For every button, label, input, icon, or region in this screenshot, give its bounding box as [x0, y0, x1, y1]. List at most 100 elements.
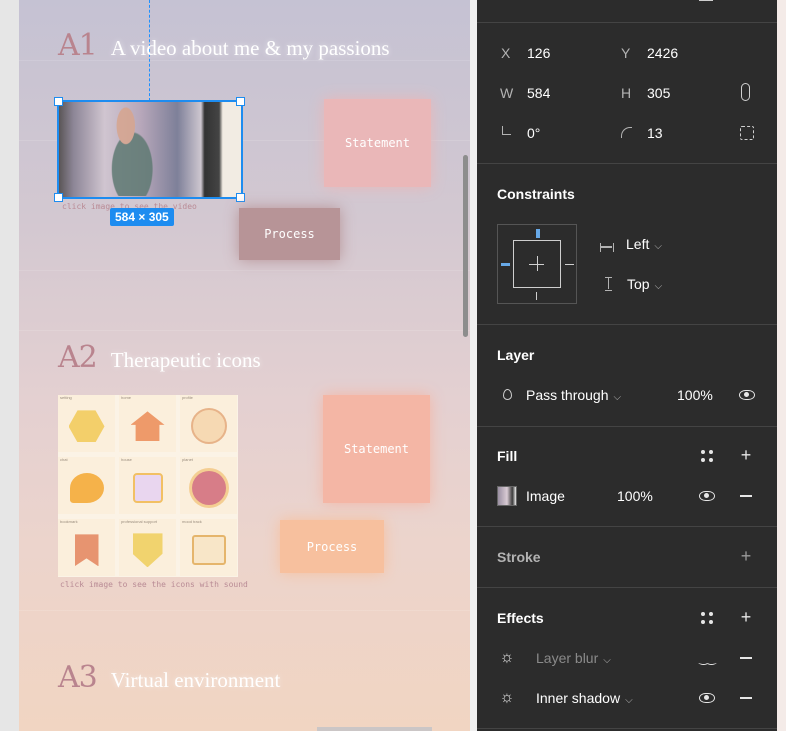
layer-title: Layer [497, 347, 535, 363]
fill-type-label[interactable]: Image [526, 488, 565, 504]
effect-settings-sun-icon[interactable]: ☼ [497, 648, 517, 668]
effect-styles-button[interactable] [697, 608, 717, 628]
icon-tile: mood track [180, 519, 237, 576]
y-label: Y [621, 45, 631, 61]
effect-type-dropdown[interactable]: Layer blur ⌵ [536, 650, 611, 666]
fill-image-swatch[interactable] [497, 486, 517, 506]
eye-icon [699, 693, 715, 703]
process-label: Process [264, 227, 315, 241]
rotation-icon [502, 126, 511, 135]
divider [477, 426, 777, 427]
resize-handle-bottom-left[interactable] [54, 193, 63, 202]
corner-radius-field[interactable]: 13 [647, 125, 663, 141]
canvas-panel-divider [470, 0, 477, 731]
vertical-constraint-icon [605, 277, 612, 291]
canvas-stripe [19, 610, 470, 611]
stroke-title: Stroke [497, 549, 541, 565]
statement-card[interactable]: Statement [323, 395, 430, 503]
chevron-down-icon: ⌵ [603, 655, 611, 666]
section-a2-heading[interactable]: A2 Therapeutic icons [58, 340, 261, 375]
effect-name: Layer blur [536, 650, 599, 666]
constraint-center-v[interactable] [537, 256, 538, 271]
constraint-left-marker[interactable] [501, 263, 510, 266]
effect-type-dropdown[interactable]: Inner shadow ⌵ [536, 690, 633, 706]
design-canvas[interactable]: A1 A video about me & my passions click … [19, 0, 470, 731]
corner-radius-icon [621, 127, 632, 138]
divider [477, 324, 777, 325]
remove-effect-button[interactable] [736, 648, 756, 668]
chevron-down-icon: ⌵ [654, 281, 663, 292]
constraints-widget[interactable] [497, 224, 577, 304]
fill-visibility-toggle[interactable] [697, 486, 717, 506]
blend-mode-dropdown[interactable]: Pass through ⌵ [526, 387, 621, 403]
fill-styles-button[interactable] [697, 446, 717, 466]
statement-label: Statement [344, 136, 411, 150]
horizontal-constraint-dropdown[interactable]: Left ⌵ [626, 236, 662, 252]
y-field[interactable]: 2426 [647, 45, 678, 61]
fill-opacity-field[interactable]: 100% [617, 488, 653, 504]
effect-settings-sun-icon[interactable]: ☼ [497, 688, 517, 708]
chevron-down-icon: ⌵ [654, 241, 662, 252]
width-field[interactable]: 584 [527, 85, 550, 101]
portrait-figure [97, 106, 161, 196]
process-card[interactable]: Process [239, 208, 340, 260]
icons-caption: click image to see the icons with sound [60, 580, 248, 589]
styles-grid-icon [701, 612, 713, 624]
remove-fill-button[interactable] [736, 486, 756, 506]
therapeutic-icons-image[interactable]: setting home profile chat house planet b… [58, 395, 238, 577]
section-a3-heading[interactable]: A3 Virtual environment [58, 660, 280, 695]
section-title: Therapeutic icons [110, 348, 261, 372]
horizontal-constraint-icon [600, 243, 614, 252]
collapse-icon[interactable] [699, 0, 713, 1]
process-card[interactable]: Process [280, 520, 384, 573]
eye-icon [739, 390, 755, 400]
vertical-constraint-dropdown[interactable]: Top ⌵ [627, 276, 662, 292]
tile-label: planet [182, 457, 193, 462]
canvas-vertical-scrollbar[interactable] [463, 155, 468, 337]
fill-title: Fill [497, 448, 518, 464]
resize-handle-top-right[interactable] [236, 97, 245, 106]
constraint-top-marker[interactable] [536, 229, 540, 238]
section-a1-heading[interactable]: A1 A video about me & my passions [58, 28, 390, 63]
height-field[interactable]: 305 [647, 85, 670, 101]
resize-handle-top-left[interactable] [54, 97, 63, 106]
video-thumbnail-image[interactable] [57, 100, 243, 199]
rotation-field[interactable]: 0° [527, 125, 540, 141]
icon-tile: house [119, 457, 176, 514]
constraint-bottom-marker[interactable] [536, 292, 537, 300]
w-label: W [500, 85, 514, 101]
h-label: H [621, 85, 632, 101]
constraint-right-marker[interactable] [565, 264, 574, 265]
section-number: A2 [58, 340, 98, 375]
divider [477, 526, 777, 527]
effect-name: Inner shadow [536, 690, 621, 706]
effect-visibility-toggle[interactable] [697, 688, 717, 708]
independent-corners-icon[interactable] [740, 126, 754, 140]
styles-grid-icon [701, 450, 713, 462]
partial-card[interactable] [317, 727, 432, 731]
blend-mode-icon [503, 389, 512, 400]
blend-mode-value: Pass through [526, 387, 609, 403]
add-stroke-button[interactable]: + [736, 546, 756, 566]
x-field[interactable]: 126 [527, 45, 550, 61]
tile-label: setting [60, 395, 72, 400]
remove-effect-button[interactable] [736, 688, 756, 708]
statement-card[interactable]: Statement [324, 99, 431, 187]
properties-panel: X 126 Y 2426 W 584 H 305 0° 13 Constrain… [477, 0, 777, 731]
tile-label: professional support [121, 519, 158, 524]
minus-icon [740, 657, 752, 659]
constrain-proportions-icon[interactable] [741, 83, 750, 101]
canvas-stripe [19, 270, 470, 271]
add-fill-button[interactable]: + [736, 445, 756, 465]
add-effect-button[interactable]: + [736, 607, 756, 627]
layer-opacity-field[interactable]: 100% [677, 387, 713, 403]
effect-hidden-toggle[interactable]: ‿‿ [697, 648, 717, 668]
tile-label: home [121, 395, 132, 400]
tile-label: mood track [182, 519, 202, 524]
profile-icon [190, 408, 227, 445]
layer-visibility-toggle[interactable] [737, 385, 757, 405]
icon-tile: setting [58, 395, 115, 452]
resize-handle-bottom-right[interactable] [236, 193, 245, 202]
hexagon-icon [68, 410, 105, 443]
icon-tile: home [119, 395, 176, 452]
